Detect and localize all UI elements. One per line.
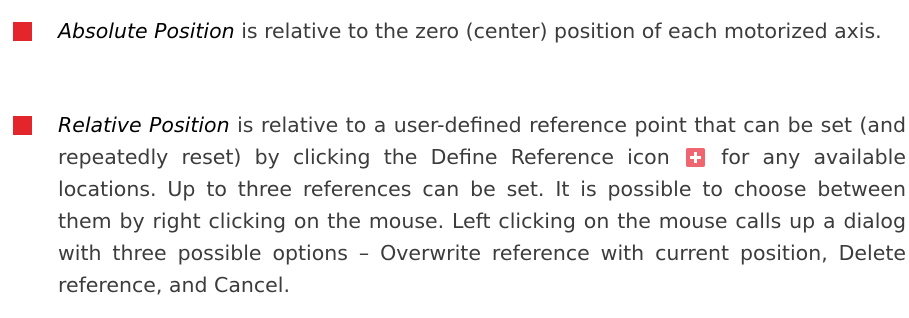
bullet-item-relative-position: Relative Position is relative to a user-… — [13, 109, 906, 301]
term-relative-position: Relative Position — [58, 113, 230, 137]
define-reference-plus-icon — [685, 148, 705, 167]
absolute-position-description: is relative to the zero (center) positio… — [234, 19, 882, 43]
bullet-marker — [13, 116, 32, 135]
bullet-marker — [13, 22, 32, 41]
term-absolute-position: Absolute Position — [58, 19, 235, 43]
bullet-item-absolute-position: Absolute Position is relative to the zer… — [13, 15, 906, 47]
